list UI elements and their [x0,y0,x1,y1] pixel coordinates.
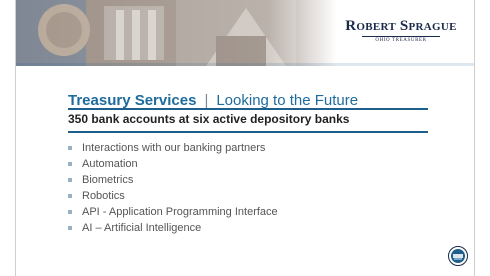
bullet-text: Interactions with our banking partners [82,142,266,154]
robert-sprague-logo: ROBERT SPRAGUE OHIO TREASURER [336,18,466,56]
bullet-text: AI – Artificial Intelligence [82,222,202,234]
title-separator: | [204,92,209,109]
bullet-item: Automation [68,156,278,172]
header-banner: ROBERT SPRAGUE OHIO TREASURER [16,0,474,66]
logo-name: ROBERT SPRAGUE [345,18,457,34]
bullet-marker-icon [68,210,72,214]
bullet-item: Interactions with our banking partners [68,140,278,156]
bullet-item: API - Application Programming Interface [68,204,278,220]
slide: ROBERT SPRAGUE OHIO TREASURER Treasury S… [16,0,474,276]
bullet-item: Biometrics [68,172,278,188]
bullet-item: AI – Artificial Intelligence [68,220,278,236]
title-rule [68,108,428,110]
bullet-text: API - Application Programming Interface [82,206,278,218]
bullet-marker-icon [68,226,72,230]
bullet-text: Automation [82,158,138,170]
title-secondary: Looking to the Future [216,92,359,109]
title-main: Treasury Services [68,92,197,109]
bullet-text: Robotics [82,190,125,202]
bullet-list: Interactions with our banking partners A… [68,140,278,236]
bullet-marker-icon [68,146,72,150]
logo-subtitle: OHIO TREASURER [362,36,440,43]
bullet-marker-icon [68,162,72,166]
subheading-rule [68,131,428,133]
slide-title: Treasury Services | Looking to the Future [68,92,358,109]
bullet-item: Robotics [68,188,278,204]
ohio-treasurer-seal-icon [448,246,468,266]
subheading: 350 bank accounts at six active deposito… [68,112,350,126]
bullet-marker-icon [68,178,72,182]
bullet-text: Biometrics [82,174,134,186]
bullet-marker-icon [68,194,72,198]
